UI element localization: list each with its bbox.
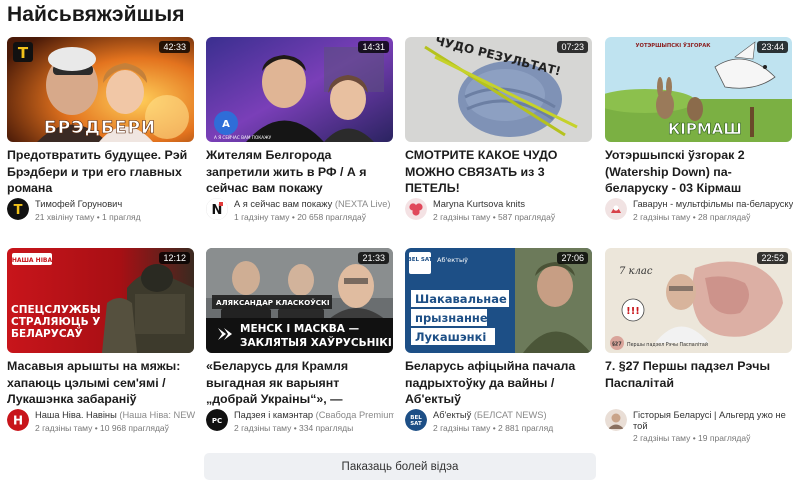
channel-name[interactable]: Аб'ектыў (БЕЛСАТ NEWS)	[433, 410, 593, 421]
channel-avatar[interactable]	[405, 198, 427, 220]
thumbnail-caption-2: ЗАКЛЯТЫЯ ХАЎРУСЬНІКІ	[240, 336, 392, 349]
channel-info: РС Падзея і камэнтар (Свабода Premium) 2…	[206, 409, 394, 445]
svg-text:А: А	[222, 119, 230, 130]
video-duration: 22:52	[757, 252, 788, 264]
video-thumbnail[interactable]: АЛЯКСАНДАР КЛАСКОЎСКІ МЕНСК І МАСКВА — З…	[206, 248, 393, 353]
video-meta: 21 хвіліну таму • 1 прагляд	[35, 212, 141, 222]
thumbnail-caption: А Я СЕЙЧАС ВАМ ПОКАЖУ	[214, 135, 272, 140]
channel-info: Гісторыя Беларусі | Альгерд ужо не той 2…	[605, 409, 792, 445]
svg-text:Шакавальнае: Шакавальнае	[415, 292, 507, 306]
video-card[interactable]: НАША НІВА СПЕЦСЛУЖБЫ СТРАЛЯЮЦЬ У БЕЛАРУС…	[7, 248, 195, 448]
video-title[interactable]: 7. §27 Першы падзел Рэчы Паспалітай	[605, 358, 792, 391]
video-meta: 1 гадзіну таму • 20 658 праглядаў	[234, 212, 367, 222]
video-thumbnail[interactable]: T БРЭДБЕРИ 42:33	[7, 37, 194, 142]
thumbnail-logo: НАША НІВА	[12, 257, 53, 264]
channel-info: Н Наша Ніва. Навіны (Наша Ніва: NEWS) 2 …	[7, 409, 195, 445]
video-meta: 2 гадзіны таму • 587 праглядаў	[433, 212, 556, 222]
video-row: НАША НІВА СПЕЦСЛУЖБЫ СТРАЛЯЮЦЬ У БЕЛАРУС…	[7, 248, 793, 448]
video-duration: 21:33	[358, 252, 389, 264]
video-thumbnail[interactable]: !!! 7 клас §27 Першы падзел Рэчы Паспалі…	[605, 248, 792, 353]
svg-text:Лукашэнкі: Лукашэнкі	[415, 330, 486, 344]
channel-info: T Тимофей Горунович 21 хвіліну таму • 1 …	[7, 198, 194, 234]
video-title[interactable]: «Беларусь для Крамля выгадная як варыянт…	[206, 358, 393, 408]
video-card[interactable]: ЧУДО РЕЗУЛЬТАТ! 07:23 СМОТРИТЕ КАКОЕ ЧУД…	[405, 37, 592, 237]
video-duration: 07:23	[557, 41, 588, 53]
video-card[interactable]: T БРЭДБЕРИ 42:33 Предотвратить будущее. …	[7, 37, 194, 237]
video-title[interactable]: Предотвратить будущее. Рэй Брэдбери и тр…	[7, 147, 194, 197]
svg-text:§27: §27	[612, 342, 622, 348]
video-row: T БРЭДБЕРИ 42:33 Предотвратить будущее. …	[7, 37, 793, 237]
svg-text:Н: Н	[13, 414, 23, 428]
video-title[interactable]: Масавыя арышты на мяжы: хапаюць цэлымі с…	[7, 358, 194, 408]
thumbnail-caption: МЕНСК І МАСКВА —	[240, 323, 359, 335]
video-card[interactable]: АЛЯКСАНДАР КЛАСКОЎСКІ МЕНСК І МАСКВА — З…	[206, 248, 394, 448]
channel-avatar[interactable]	[605, 409, 627, 431]
channel-info: Maryna Kurtsova knits 2 гадзіны таму • 5…	[405, 198, 592, 234]
channel-avatar[interactable]: T	[7, 198, 29, 220]
channel-name[interactable]: Гаварун - мультфільмы па-беларуску	[633, 199, 793, 210]
svg-text:прызнанне: прызнанне	[415, 311, 488, 325]
svg-text:РС: РС	[212, 417, 222, 425]
video-title[interactable]: СМОТРИТЕ КАКОЕ ЧУДО МОЖНО СВЯЗАТЬ из 3 П…	[405, 147, 592, 197]
channel-avatar[interactable]: РС	[206, 409, 228, 431]
channel-avatar[interactable]	[605, 198, 627, 220]
section-title: Найсьвяжэйшыя	[7, 3, 185, 26]
channel-name[interactable]: А я сейчас вам покажу (NEXTA Live)	[234, 199, 394, 210]
thumbnail-name: АЛЯКСАНДАР КЛАСКОЎСКІ	[216, 298, 330, 307]
video-title[interactable]: Беларусь афіцыйна пачала падрыхтоўку да …	[405, 358, 592, 408]
video-meta: 2 гадзіны таму • 10 968 праглядаў	[35, 423, 169, 433]
channel-name[interactable]: Наша Ніва. Навіны (Наша Ніва: NEWS)	[35, 410, 195, 421]
video-card[interactable]: А А Я СЕЙЧАС ВАМ ПОКАЖУ 14:31 Жителям Бе…	[206, 37, 393, 237]
thumbnail-subcaption: Першы падзел Рэчы Паспалітай	[627, 341, 708, 348]
channel-name[interactable]: Гісторыя Беларусі | Альгерд ужо не той	[633, 410, 793, 432]
video-thumbnail[interactable]: НАША НІВА СПЕЦСЛУЖБЫ СТРАЛЯЮЦЬ У БЕЛАРУС…	[7, 248, 194, 353]
thumbnail-tag: Аб'ектыў	[437, 256, 468, 264]
channel-avatar[interactable]: Н	[7, 409, 29, 431]
svg-text:T: T	[14, 203, 23, 218]
video-title[interactable]: Жителям Белгорода запретили жить в РФ / …	[206, 147, 393, 197]
video-title[interactable]: Уотэршыпскі ўзгорак 2 (Watership Down) п…	[605, 147, 792, 197]
video-thumbnail[interactable]: А А Я СЕЙЧАС ВАМ ПОКАЖУ 14:31	[206, 37, 393, 142]
video-duration: 27:06	[557, 252, 588, 264]
video-duration: 14:31	[358, 41, 389, 53]
video-thumbnail[interactable]: ЧУДО РЕЗУЛЬТАТ! 07:23	[405, 37, 592, 142]
video-meta: 2 гадзіны таму • 19 праглядаў	[633, 433, 751, 443]
channel-avatar[interactable]: N	[206, 198, 228, 220]
video-card[interactable]: !!! 7 клас §27 Першы падзел Рэчы Паспалі…	[605, 248, 792, 448]
channel-name[interactable]: Падзея і камэнтар (Свабода Premium)	[234, 410, 394, 421]
video-card[interactable]: УОТЭРШЫПСКІ ЎЗГОРАК КІРМАШ 23:44 Уотэршы…	[605, 37, 793, 237]
channel-name[interactable]: Тимофей Горунович	[35, 199, 195, 210]
svg-text:!!!: !!!	[626, 306, 640, 317]
video-meta: 2 гадзіны таму • 28 праглядаў	[633, 212, 751, 222]
channel-info: BEL SAT Аб'ектыў (БЕЛСАТ NEWS) 2 гадзіны …	[405, 409, 592, 445]
video-duration: 12:12	[159, 252, 190, 264]
thumbnail-logo: BEL SAT	[408, 257, 433, 263]
video-thumbnail[interactable]: BEL SAT Аб'ектыў Шакавальнае прызнанне Л…	[405, 248, 592, 353]
show-more-button[interactable]: Паказаць болей відэа	[204, 453, 596, 480]
video-card[interactable]: BEL SAT Аб'ектыў Шакавальнае прызнанне Л…	[405, 248, 592, 448]
video-duration: 42:33	[159, 41, 190, 53]
thumbnail-subcaption: УОТЭРШЫПСКІ ЎЗГОРАК	[636, 42, 712, 49]
thumbnail-logo: T	[18, 44, 29, 62]
channel-name[interactable]: Maryna Kurtsova knits	[433, 199, 593, 210]
thumbnail-caption: 7 клас	[619, 266, 653, 277]
svg-text:SAT: SAT	[410, 421, 422, 427]
thumbnail-caption: БРЭДБЕРИ	[44, 118, 156, 138]
video-duration: 23:44	[757, 41, 788, 53]
video-meta: 2 гадзіны таму • 334 прагляды	[234, 423, 354, 433]
channel-info: N А я сейчас вам покажу (NEXTA Live) 1 г…	[206, 198, 393, 234]
channel-avatar[interactable]: BEL SAT	[405, 409, 427, 431]
channel-info: Гаварун - мультфільмы па-беларуску 2 гад…	[605, 198, 793, 234]
video-meta: 2 гадзіны таму • 2 881 прагляд	[433, 423, 554, 433]
video-thumbnail[interactable]: УОТЭРШЫПСКІ ЎЗГОРАК КІРМАШ 23:44	[605, 37, 792, 142]
thumbnail-caption: КІРМАШ	[668, 120, 742, 138]
